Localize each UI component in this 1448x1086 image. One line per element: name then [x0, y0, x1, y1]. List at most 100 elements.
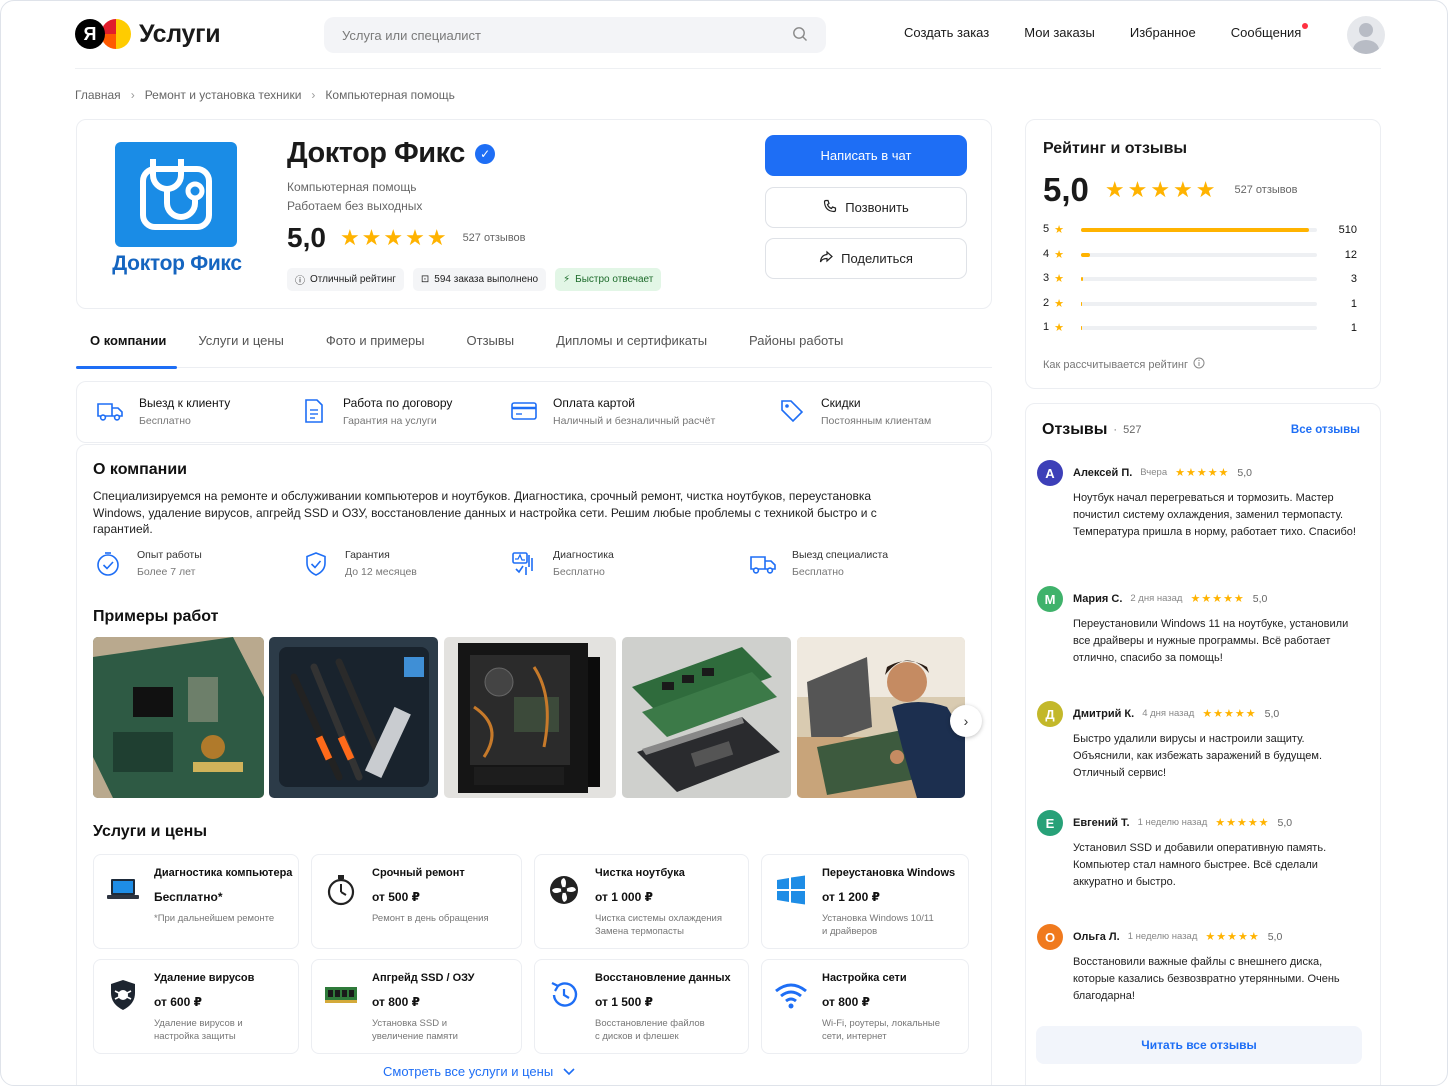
rating-how-link[interactable]: Как рассчитывается рейтинг [1043, 357, 1205, 372]
clock-check-icon [93, 549, 123, 579]
photo-technician[interactable] [797, 637, 965, 798]
service-price: от 800 ₽ [372, 995, 420, 1009]
nav-my-orders[interactable]: Мои заказы [1024, 25, 1095, 40]
rating-bar-row: 5 ★ 510 [1043, 223, 1363, 236]
share-button-label: Поделиться [841, 251, 913, 266]
badge-label: Отличный рейтинг [310, 274, 396, 285]
reviewer-name: Мария С. [1073, 592, 1123, 605]
feature-desc: Постоянным клиентам [821, 415, 932, 427]
search-icon[interactable] [792, 26, 808, 45]
read-all-reviews-button[interactable]: Читать все отзывы [1036, 1026, 1362, 1064]
review-stars-icon: ★★★★★ [1215, 817, 1270, 829]
fact-title: Опыт работы [137, 549, 202, 561]
tab-certificates[interactable]: Дипломы и сертификаты [534, 323, 727, 368]
search-input[interactable] [342, 27, 792, 43]
star-icon: ★ [1054, 322, 1064, 334]
feature-visit: Выезд к клиенту Бесплатно [95, 396, 230, 427]
breadcrumb-home[interactable]: Главная [75, 88, 121, 102]
service-card-windows[interactable]: Переустановка Windows от 1 200 ₽ Установ… [761, 854, 969, 949]
service-price: от 1 200 ₽ [822, 890, 880, 904]
service-card-urgent[interactable]: Срочный ремонт от 500 ₽ Ремонт в день об… [311, 854, 522, 949]
company-subtitle: Компьютерная помощь Работаем без выходны… [287, 178, 422, 216]
service-card-ssd-ram[interactable]: Апгрейд SSD / ОЗУ от 800 ₽ Установка SSD… [311, 959, 522, 1054]
reviews-separator: · [1113, 424, 1118, 436]
reviewer-name: Алексей П. [1073, 466, 1133, 479]
reviews-header: Отзывы · 527 [1042, 421, 1141, 439]
gallery-next-chevron-icon[interactable]: › [950, 705, 982, 737]
feature-title: Скидки [821, 396, 861, 410]
all-reviews-link[interactable]: Все отзывы [1291, 424, 1360, 436]
review-text: Быстро удалили вирусы и настроили защиту… [1073, 733, 1323, 779]
review-meta: Ольга Л. 1 неделю назад ★★★★★ 5,0 [1073, 930, 1282, 944]
service-name: Апгрейд SSD / ОЗУ [372, 972, 475, 984]
tab-reviews[interactable]: Отзывы [445, 323, 535, 368]
user-avatar[interactable] [1347, 16, 1385, 54]
feature-desc: Гарантия на услуги [343, 415, 437, 427]
chat-button[interactable]: Написать в чат [765, 135, 967, 176]
about-text: Специализируемся на ремонте и обслуживан… [93, 489, 877, 536]
service-price: от 1 000 ₽ [595, 890, 653, 904]
service-desc: Удаление вирусов и настройка защиты [154, 1018, 243, 1042]
rating-bar-track [1081, 276, 1317, 281]
tab-districts[interactable]: Районы работы [727, 323, 863, 368]
feature-desc: Наличный и безналичный расчёт [553, 415, 716, 427]
service-name: Диагностика компьютера [154, 867, 293, 879]
review-meta: Евгений Т. 1 неделю назад ★★★★★ 5,0 [1073, 816, 1292, 830]
rating-bar-track [1081, 252, 1317, 257]
app-window: Я Услуги Создать заказ Мои заказы Избран… [0, 0, 1448, 1086]
stopwatch-icon [324, 873, 358, 907]
service-desc: Чистка системы охлаждения Замена термопа… [595, 913, 722, 937]
rating-bar-row: 4 ★ 12 [1043, 248, 1363, 261]
fact-desc: Бесплатно [553, 566, 605, 578]
rating-bar-label: 1 ★ [1043, 321, 1081, 334]
service-name: Восстановление данных [595, 972, 731, 984]
feature-card-payment: Оплата картой Наличный и безналичный расч… [509, 396, 715, 427]
yandex-uslugi-logo[interactable]: Я Услуги [75, 19, 221, 49]
share-button[interactable]: Поделиться [765, 238, 967, 279]
star-icon: ★ [1054, 249, 1064, 261]
share-icon [819, 250, 833, 267]
about-title: О компании [93, 461, 187, 478]
company-category: Компьютерная помощь [287, 180, 417, 194]
feature-contract: Работа по договору Гарантия на услуги [299, 396, 452, 427]
rating-bar-fill [1081, 301, 1083, 306]
search-bar[interactable] [324, 17, 826, 53]
service-card-laptop-cleaning[interactable]: Чистка ноутбука от 1 000 ₽ Чистка систем… [534, 854, 749, 949]
company-schedule: Работаем без выходных [287, 199, 423, 213]
wifi-icon [774, 978, 808, 1012]
orders-icon: ⊡ [420, 274, 430, 285]
photo-pc-case[interactable] [444, 637, 616, 798]
service-card-network-setup[interactable]: Настройка сети от 800 ₽ Wi-Fi, роутеры, … [761, 959, 969, 1054]
nav-create-order[interactable]: Создать заказ [904, 25, 989, 40]
tab-photos[interactable]: Фото и примеры [304, 323, 445, 368]
photo-repair-tools[interactable] [269, 637, 438, 798]
call-button-label: Позвонить [845, 200, 909, 215]
review-stars-icon: ★★★★★ [1175, 467, 1230, 479]
van-icon [748, 549, 778, 579]
service-card-data-recovery[interactable]: Восстановление данных от 1 500 ₽ Восстан… [534, 959, 749, 1054]
review-stars-icon: ★★★★★ [1202, 708, 1257, 720]
service-card-virus-removal[interactable]: Удаление вирусов от 600 ₽ Удаление вирус… [93, 959, 299, 1054]
tab-about[interactable]: О компании [76, 323, 186, 369]
reviewer-name: Ольга Л. [1073, 930, 1120, 943]
photo-laptop-motherboard[interactable] [93, 637, 264, 798]
rating-value: 5,0 [287, 222, 326, 253]
review-text: Установил SSD и добавили оперативную пам… [1073, 842, 1327, 888]
company-name-text: Доктор Фикс [287, 137, 465, 169]
see-all-services-link[interactable]: Смотреть все услуги и цены [383, 1064, 575, 1079]
laptop-icon [106, 873, 140, 907]
logo-color-circle [101, 19, 131, 49]
phone-icon [823, 199, 837, 216]
breadcrumb-current: Компьютерная помощь [325, 88, 455, 102]
rating-bar-fill [1081, 252, 1091, 257]
chevron-down-icon [563, 1064, 575, 1079]
nav-favorites[interactable]: Избранное [1130, 25, 1196, 40]
breadcrumb-category[interactable]: Ремонт и установка техники [145, 88, 302, 102]
reviews-count[interactable]: 527 отзывов [463, 232, 526, 244]
photo-ram-ssd[interactable] [622, 637, 791, 798]
call-button[interactable]: Позвонить [765, 187, 967, 228]
rating-bar-label: 5 ★ [1043, 223, 1081, 236]
tab-services[interactable]: Услуги и цены [186, 323, 304, 368]
nav-messages[interactable]: Сообщения [1231, 23, 1309, 40]
service-card-diagnostics[interactable]: Диагностика компьютера Бесплатно* *При д… [93, 854, 299, 949]
